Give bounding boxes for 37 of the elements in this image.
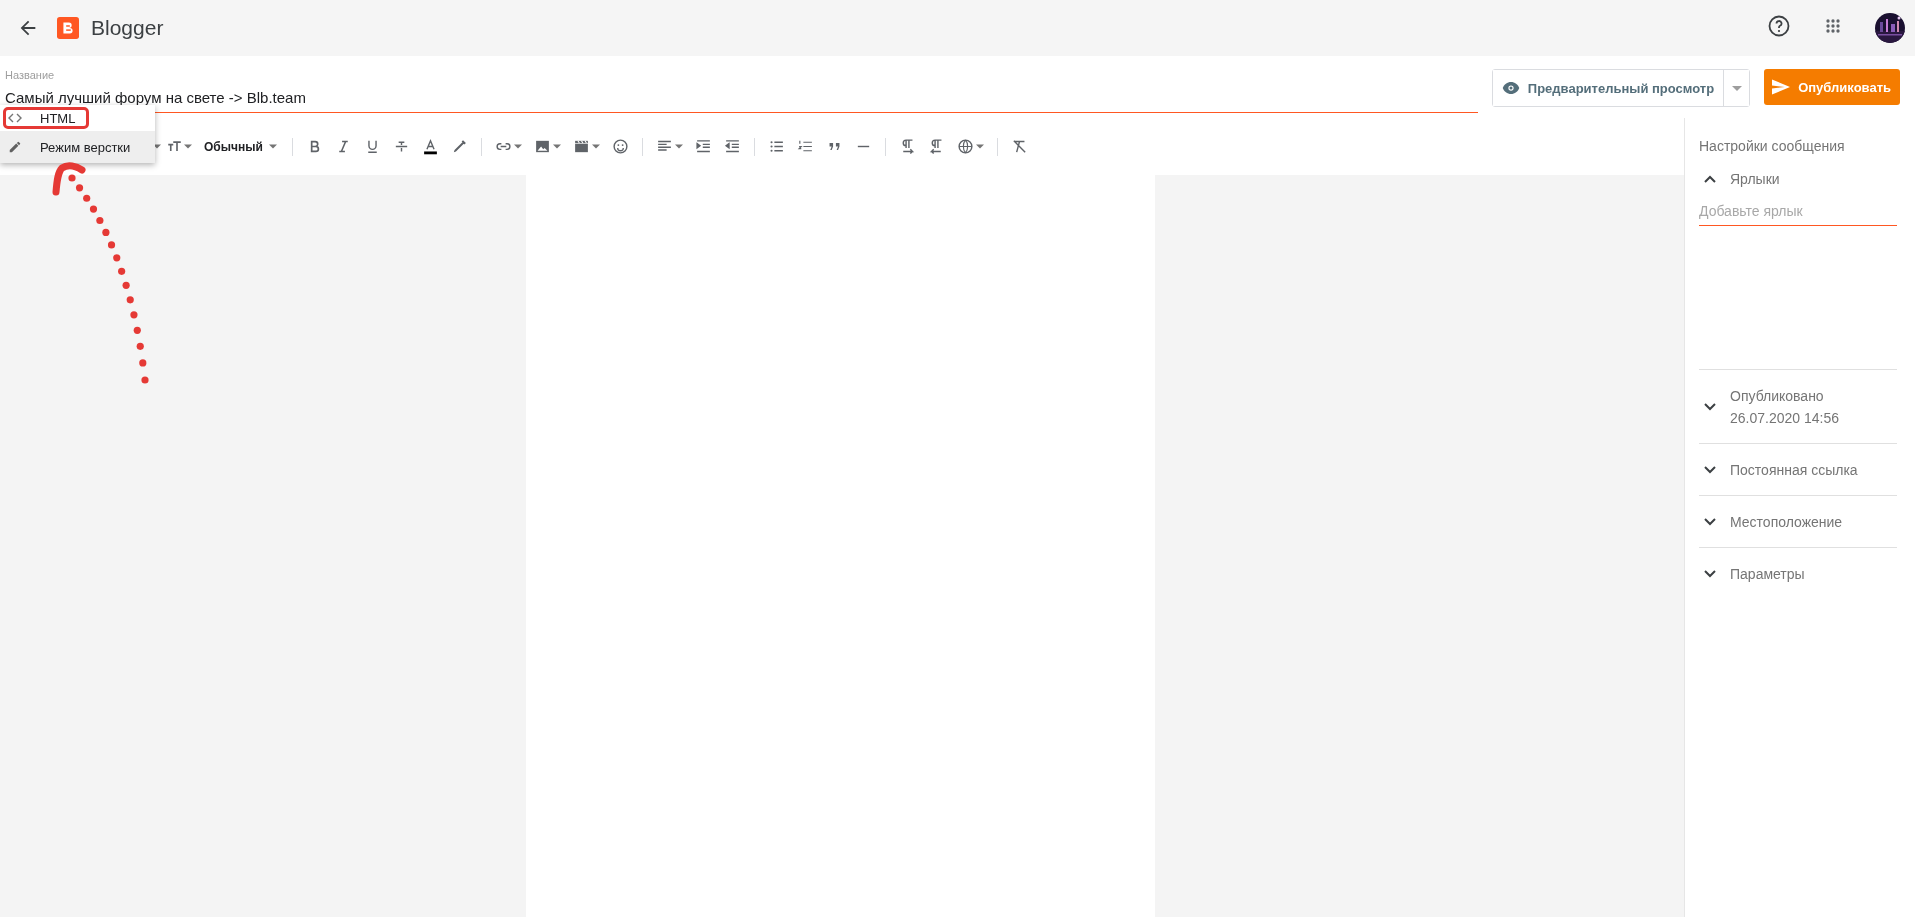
eye-icon xyxy=(1501,82,1520,94)
caret-icon[interactable] xyxy=(975,144,984,149)
title-label: Название xyxy=(5,69,56,81)
section-label[interactable]: Параметры xyxy=(1730,566,1805,582)
caret-icon xyxy=(1731,85,1742,91)
pencil-icon xyxy=(8,140,22,154)
caret-icon[interactable] xyxy=(591,144,600,149)
section-label[interactable]: Опубликовано xyxy=(1730,388,1839,404)
label-field[interactable]: Добавьте ярлык xyxy=(1699,203,1897,226)
section-label[interactable]: Постоянная ссылка xyxy=(1730,462,1858,478)
bulleted-list-icon[interactable] xyxy=(767,138,785,155)
globe-icon[interactable] xyxy=(956,138,974,155)
published-date: 26.07.2020 14:56 xyxy=(1730,410,1839,426)
publish-button[interactable]: Опубликовать xyxy=(1764,69,1900,105)
app-name: Blogger xyxy=(91,16,165,40)
menu-item[interactable]: HTML xyxy=(0,105,155,131)
code-icon xyxy=(8,113,22,123)
paragraph-style-dropdown[interactable]: Обычный xyxy=(204,139,277,154)
menu-item[interactable]: Режим верстки xyxy=(0,131,155,163)
font-size-icon[interactable] xyxy=(167,139,182,154)
section-label[interactable]: Ярлыки xyxy=(1730,171,1780,187)
outdent-icon[interactable] xyxy=(723,138,741,155)
caret-icon[interactable] xyxy=(674,144,683,149)
film-icon[interactable] xyxy=(572,138,590,155)
image-icon[interactable] xyxy=(533,138,551,155)
text-color-icon[interactable] xyxy=(421,138,439,155)
caret-icon xyxy=(268,144,277,149)
section-label[interactable]: Местоположение xyxy=(1730,514,1843,530)
caret-icon[interactable] xyxy=(513,144,522,149)
caret-icon[interactable] xyxy=(552,144,561,149)
caret-icon[interactable] xyxy=(184,144,192,149)
help-icon[interactable] xyxy=(1767,14,1791,38)
send-icon xyxy=(1772,79,1791,95)
indent-icon[interactable] xyxy=(694,138,712,155)
emoji-icon[interactable] xyxy=(611,138,629,155)
logo-icon xyxy=(57,17,79,39)
settings-title: Настройки сообщения xyxy=(1699,138,1846,154)
